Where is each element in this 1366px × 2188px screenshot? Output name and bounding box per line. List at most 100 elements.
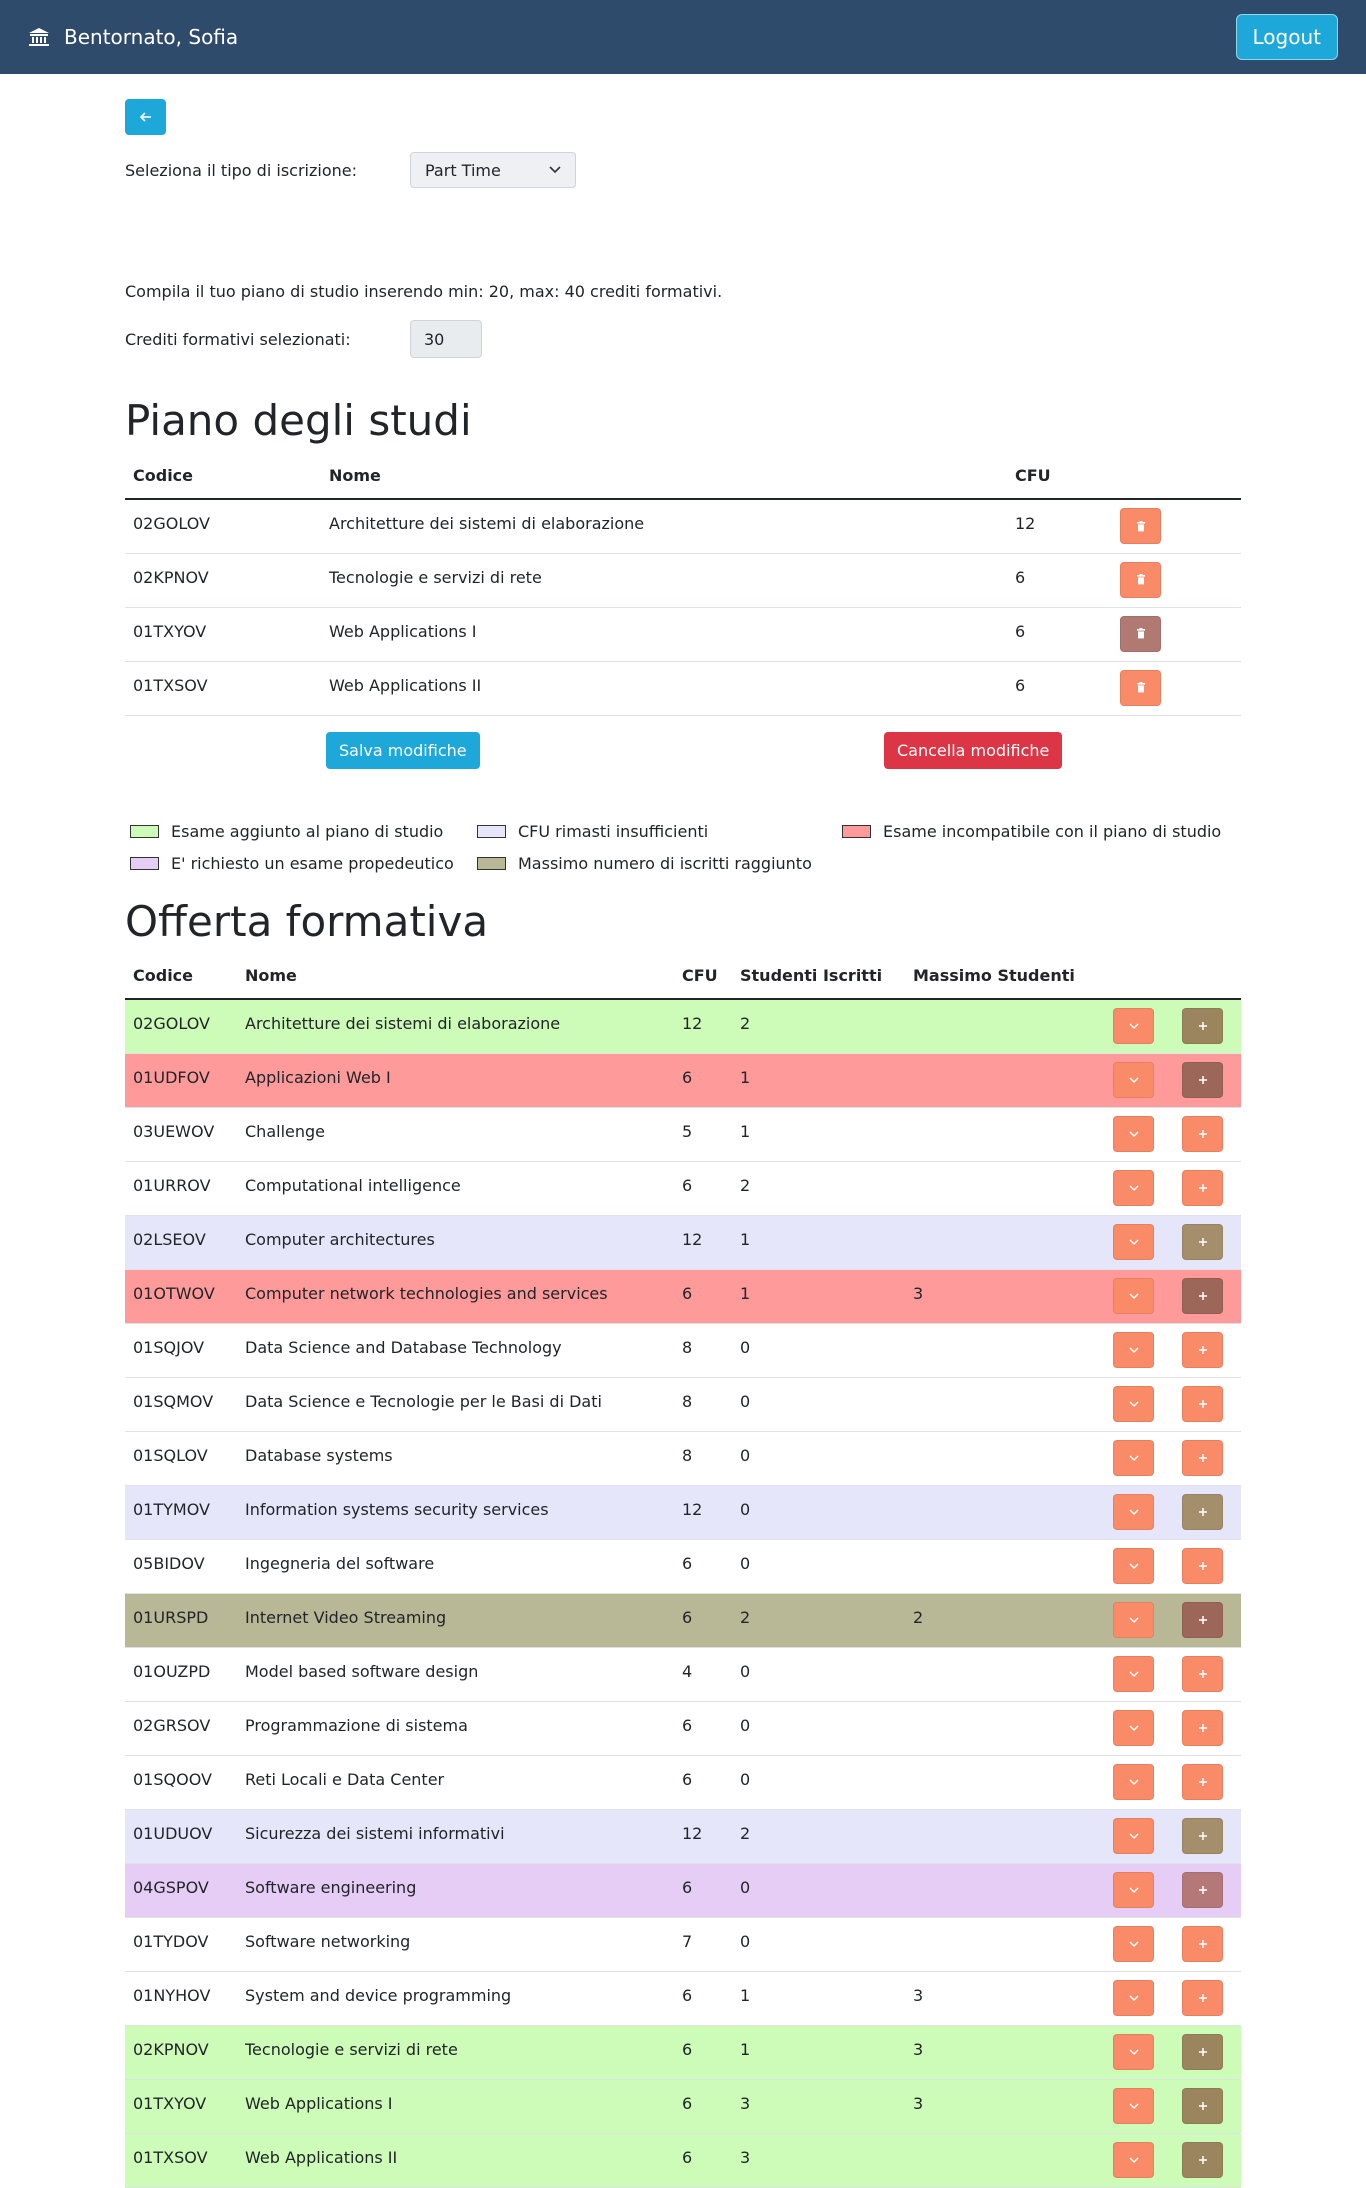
enrollment-select[interactable]: Part Time (410, 152, 576, 188)
offer-cell-name: Information systems security services (237, 1485, 674, 1540)
chevron-down-icon (1129, 1131, 1138, 1137)
expand-details-button[interactable] (1113, 2141, 1154, 2178)
plus-icon (1198, 2101, 1207, 2110)
offer-cell-enrolled: 0 (732, 1701, 905, 1756)
delete-exam-button[interactable] (1120, 669, 1161, 706)
expand-details-button[interactable] (1113, 1709, 1154, 1746)
add-exam-button[interactable] (1182, 2087, 1223, 2124)
add-exam-button[interactable] (1182, 1493, 1223, 1530)
add-exam-button[interactable] (1182, 1925, 1223, 1962)
offer-cell-add (1174, 2025, 1241, 2080)
offer-cell-add (1174, 1269, 1241, 1324)
plus-icon (1198, 1723, 1207, 1732)
add-exam-button[interactable] (1182, 1061, 1223, 1098)
offer-cell-expand (1105, 1053, 1174, 1108)
add-exam-button[interactable] (1182, 1547, 1223, 1584)
add-exam-button[interactable] (1182, 1601, 1223, 1638)
credits-value-field: 30 (410, 320, 482, 358)
expand-details-button[interactable] (1113, 1979, 1154, 2016)
offer-cell-max (905, 1647, 1105, 1702)
plan-cell-name: Architetture dei sistemi di elaborazione (321, 499, 1007, 554)
plan-cell-code: 01TXYOV (125, 607, 321, 662)
offer-cell-enrolled: 2 (732, 1161, 905, 1216)
offer-cell-name: Applicazioni Web I (237, 1053, 674, 1108)
expand-details-button[interactable] (1113, 1385, 1154, 1422)
expand-details-button[interactable] (1113, 1817, 1154, 1854)
offer-header-cfu: CFU (674, 952, 732, 1000)
expand-details-button[interactable] (1113, 1439, 1154, 1476)
plan-cell-cfu: 12 (1007, 499, 1112, 554)
offer-cell-add (1174, 1431, 1241, 1486)
add-exam-button[interactable] (1182, 1223, 1223, 1260)
expand-details-button[interactable] (1113, 1547, 1154, 1584)
expand-details-button[interactable] (1113, 1655, 1154, 1692)
offer-row: 01SQJOV Data Science and Database Technol… (125, 1323, 1241, 1378)
offer-row: 03UEWOV Challenge 5 1 (125, 1107, 1241, 1162)
expand-details-button[interactable] (1113, 2033, 1154, 2070)
expand-details-button[interactable] (1113, 1223, 1154, 1260)
offer-cell-max (905, 1755, 1105, 1810)
offer-cell-max (905, 1485, 1105, 1540)
add-exam-button[interactable] (1182, 1277, 1223, 1314)
add-exam-button[interactable] (1182, 1115, 1223, 1152)
add-exam-button[interactable] (1182, 1709, 1223, 1746)
expand-details-button[interactable] (1113, 1601, 1154, 1638)
expand-details-button[interactable] (1113, 1061, 1154, 1098)
expand-details-button[interactable] (1113, 1331, 1154, 1368)
add-exam-button[interactable] (1182, 1763, 1223, 1800)
back-button[interactable] (125, 99, 166, 135)
delete-exam-button[interactable] (1120, 615, 1161, 652)
expand-details-button[interactable] (1113, 1925, 1154, 1962)
plan-cell-name: Tecnologie e servizi di rete (321, 553, 1007, 608)
add-exam-button[interactable] (1182, 1817, 1223, 1854)
offer-cell-add (1174, 1755, 1241, 1810)
offer-header-row: Codice Nome CFU Studenti Iscritti Massim… (125, 952, 1241, 1000)
add-exam-button[interactable] (1182, 1169, 1223, 1206)
delete-exam-button[interactable] (1120, 508, 1161, 544)
save-changes-button[interactable]: Salva modifiche (326, 732, 480, 769)
add-exam-button[interactable] (1182, 2141, 1223, 2178)
add-exam-button[interactable] (1182, 2033, 1223, 2070)
offer-cell-expand (1105, 1377, 1174, 1432)
expand-details-button[interactable] (1113, 1115, 1154, 1152)
expand-details-button[interactable] (1113, 1763, 1154, 1800)
offer-cell-enrolled: 0 (732, 1377, 905, 1432)
credits-label: Crediti formativi selezionati: (125, 329, 351, 349)
trash-icon (1136, 682, 1145, 693)
plus-icon (1198, 1777, 1207, 1786)
plus-icon (1198, 1183, 1207, 1192)
offer-cell-expand (1105, 2133, 1174, 2188)
offer-cell-code: 01TXYOV (125, 2079, 237, 2134)
delete-exam-button[interactable] (1120, 561, 1161, 598)
offer-cell-cfu: 6 (674, 1701, 732, 1756)
chevron-down-icon (1129, 1401, 1138, 1407)
add-exam-button[interactable] (1182, 1331, 1223, 1368)
expand-details-button[interactable] (1113, 1169, 1154, 1206)
plan-cell-cfu: 6 (1007, 553, 1112, 608)
welcome-text: Bentornato, Sofia (64, 25, 239, 49)
offer-cell-cfu: 8 (674, 1431, 732, 1486)
credits-value: 30 (424, 329, 445, 349)
expand-details-button[interactable] (1113, 1008, 1154, 1044)
expand-details-button[interactable] (1113, 1493, 1154, 1530)
add-exam-button[interactable] (1182, 1655, 1223, 1692)
offer-cell-name: Computer network technologies and servic… (237, 1269, 674, 1324)
logout-button[interactable]: Logout (1235, 14, 1338, 60)
offer-row: 02LSEOV Computer architectures 12 1 (125, 1215, 1241, 1270)
chevron-down-icon (1129, 2049, 1138, 2055)
expand-details-button[interactable] (1113, 1871, 1154, 1908)
add-exam-button[interactable] (1182, 1979, 1223, 2016)
bank-icon (29, 28, 49, 46)
offer-cell-code: 01SQMOV (125, 1377, 237, 1432)
chevron-down-icon (1129, 1023, 1138, 1029)
chevron-down-icon (1129, 1077, 1138, 1083)
expand-details-button[interactable] (1113, 1277, 1154, 1314)
add-exam-button[interactable] (1182, 1871, 1223, 1908)
add-exam-button[interactable] (1182, 1439, 1223, 1476)
add-exam-button[interactable] (1182, 1008, 1223, 1044)
offer-cell-name: Software networking (237, 1917, 674, 1972)
cancel-changes-button[interactable]: Cancella modifiche (884, 732, 1063, 769)
expand-details-button[interactable] (1113, 2087, 1154, 2124)
add-exam-button[interactable] (1182, 1385, 1223, 1422)
offer-cell-enrolled: 2 (732, 999, 905, 1054)
